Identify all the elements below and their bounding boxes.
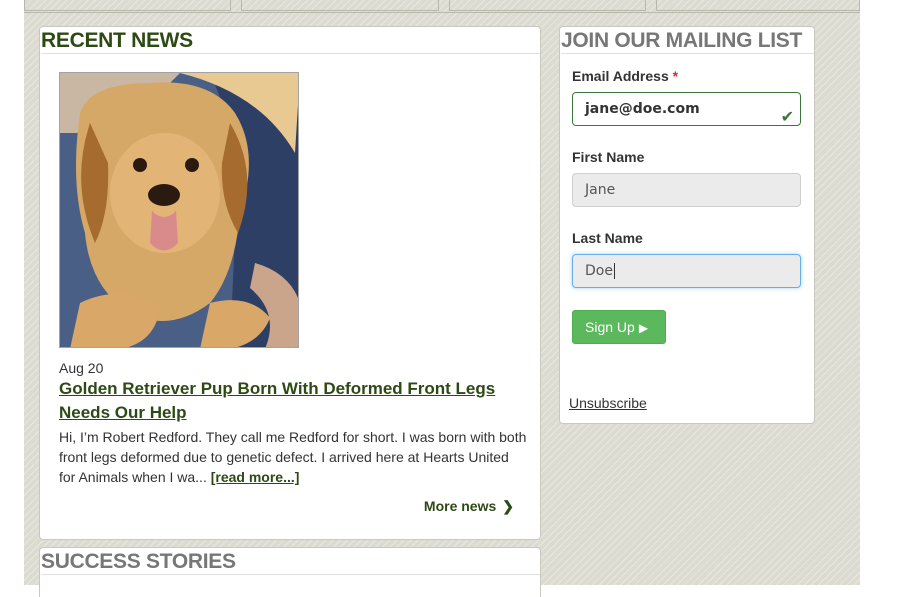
top-nav-strip	[24, 0, 860, 13]
more-news-link[interactable]: More news ❯	[424, 498, 514, 515]
email-field-value: jane@doe.com	[585, 101, 700, 117]
mailing-list-title: JOIN OUR MAILING LIST	[561, 29, 814, 54]
more-news-label: More news	[423, 498, 497, 514]
required-asterisk: *	[672, 68, 679, 84]
news-excerpt: Hi, I’m Robert Redford. They call me Red…	[59, 427, 529, 487]
first-name-value: Jane	[585, 182, 616, 198]
email-label: Email Address *	[572, 68, 678, 84]
success-stories-title: SUCCESS STORIES	[41, 550, 540, 575]
success-stories-panel: SUCCESS STORIES	[39, 547, 541, 597]
first-name-field[interactable]: Jane	[572, 173, 801, 207]
last-name-label: Last Name	[572, 230, 643, 246]
nav-tab-cap	[656, 0, 860, 11]
nav-tab-cap	[241, 0, 439, 11]
nav-tab-cap	[24, 0, 231, 11]
email-field[interactable]: jane@doe.com ✔	[572, 92, 801, 126]
text-caret	[613, 263, 615, 279]
last-name-value: Doe	[585, 263, 613, 279]
email-label-text: Email Address	[572, 68, 669, 84]
mailing-list-panel: JOIN OUR MAILING LIST Email Address * ja…	[559, 26, 815, 424]
read-more-link[interactable]: [read more...]	[211, 469, 300, 485]
sign-up-button[interactable]: Sign Up ▶	[572, 310, 666, 344]
sign-up-label: Sign Up	[585, 319, 635, 335]
puppy-image	[60, 73, 298, 347]
recent-news-title: RECENT NEWS	[41, 29, 540, 54]
checkmark-icon: ✔	[780, 107, 794, 126]
recent-news-panel: RECENT NEWS Aug 20 Golden Retriever Pup …	[39, 26, 541, 540]
last-name-field[interactable]: Doe	[572, 254, 801, 288]
play-arrow-icon: ▶	[638, 321, 649, 335]
first-name-label: First Name	[572, 149, 645, 165]
unsubscribe-link[interactable]: Unsubscribe	[569, 395, 647, 411]
news-headline-link[interactable]: Golden Retriever Pup Born With Deformed …	[59, 377, 519, 425]
nav-tab-cap	[449, 0, 646, 11]
news-photo[interactable]	[59, 72, 299, 348]
chevron-right-icon: ❯	[502, 498, 514, 514]
news-date: Aug 20	[59, 360, 104, 376]
